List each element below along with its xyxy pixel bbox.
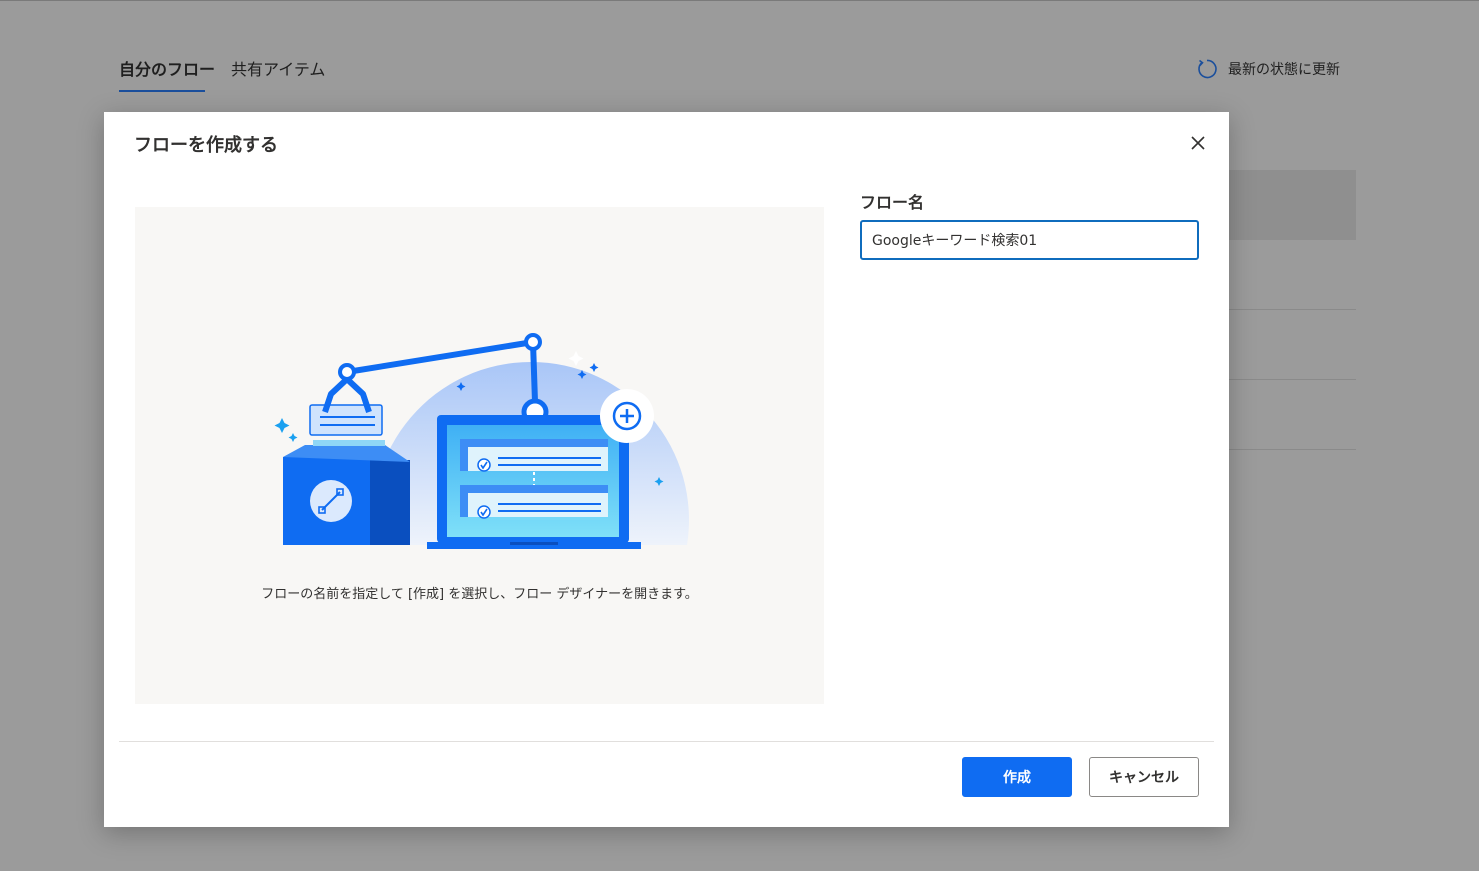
tab-shared-items[interactable]: 共有アイテム	[231, 56, 325, 80]
create-flow-dialog: フローを作成する フローの名前を指定して [作成] を選択し、フロー デザイナー…	[104, 112, 1229, 827]
refresh-label: 最新の状態に更新	[1228, 62, 1340, 78]
active-tab-indicator	[119, 90, 205, 92]
create-button[interactable]: 作成	[962, 757, 1072, 797]
background-row-highlight	[1229, 170, 1356, 240]
flow-name-label: フロー名	[860, 193, 925, 212]
flow-designer-illustration	[274, 333, 690, 549]
background-row-divider	[1229, 309, 1356, 310]
footer-divider	[119, 741, 1214, 742]
illustration-panel: フローの名前を指定して [作成] を選択し、フロー デザイナーを開きます。	[135, 207, 824, 704]
close-icon[interactable]	[1187, 132, 1209, 154]
refresh-icon	[1198, 59, 1217, 79]
background-row-divider	[1229, 379, 1356, 380]
refresh-button[interactable]: 最新の状態に更新	[1196, 58, 1340, 80]
tab-my-flows[interactable]: 自分のフロー	[119, 56, 215, 80]
dialog-title: フローを作成する	[134, 135, 278, 156]
illustration-caption: フローの名前を指定して [作成] を選択し、フロー デザイナーを開きます。	[261, 587, 698, 602]
background-row-divider	[1229, 449, 1356, 450]
cancel-button[interactable]: キャンセル	[1089, 757, 1199, 797]
window-top-border	[0, 0, 1479, 1]
flow-name-input[interactable]	[860, 220, 1199, 260]
